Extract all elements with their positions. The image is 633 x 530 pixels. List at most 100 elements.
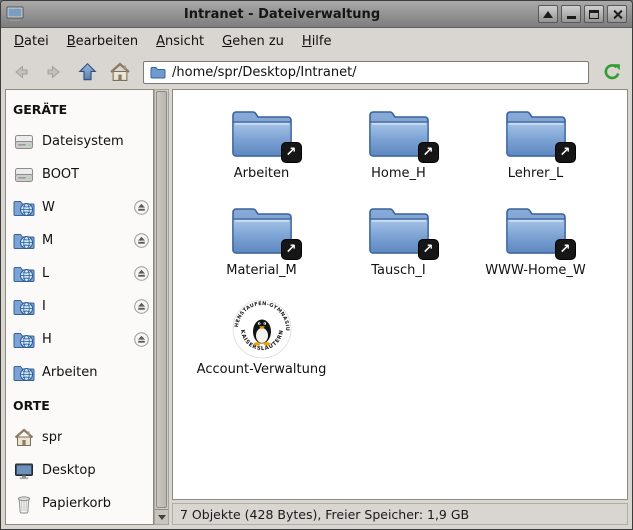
sidebar-section-header: GERÄTE	[13, 101, 68, 117]
folder-icon: ↗	[229, 105, 302, 163]
network-folder-icon	[13, 199, 35, 217]
menubar: Datei Bearbeiten Ansicht Gehen zu Hilfe	[1, 28, 632, 55]
scroll-down-button[interactable]	[155, 509, 168, 524]
file-label: Home_H	[371, 166, 426, 181]
eject-button[interactable]	[134, 332, 149, 347]
scrollbar-thumb[interactable]	[156, 91, 167, 508]
content-area: GERÄTE Dateisystem BOOT W M L I H Arbeit…	[1, 89, 632, 529]
sidebar-item-desktop[interactable]: Desktop	[6, 454, 153, 487]
file-www-home_w[interactable]: ↗ WWW-Home_W	[467, 202, 604, 299]
home-icon	[110, 62, 130, 81]
file-home_h[interactable]: ↗ Home_H	[330, 105, 467, 202]
sidebar-item-label: L	[42, 266, 50, 281]
minimize-icon	[566, 16, 576, 19]
harddrive-icon	[13, 133, 35, 151]
sidebar-item-i[interactable]: I	[6, 290, 153, 323]
sidebar-item-label: Papierkorb	[42, 496, 112, 511]
sidebar: GERÄTE Dateisystem BOOT W M L I H Arbeit…	[5, 89, 154, 525]
forward-icon	[47, 65, 60, 79]
folder-icon: ↗	[503, 202, 576, 260]
menu-item-hilfe[interactable]: Hilfe	[293, 30, 341, 53]
file-label: WWW-Home_W	[485, 263, 586, 278]
file-manager-window: Intranet - Dateiverwaltung Datei Bearbeit…	[0, 0, 633, 530]
back-icon	[15, 65, 28, 79]
eject-button[interactable]	[134, 233, 149, 248]
forward-button[interactable]	[39, 58, 69, 86]
sidebar-item-label: I	[42, 299, 46, 314]
school-logo-icon: HOHENSTAUFEN-GYMNASIUM KAISERSLAUTERN	[229, 295, 292, 359]
symlink-emblem-icon: ↗	[554, 239, 576, 260]
close-icon	[612, 9, 623, 20]
up-icon	[77, 62, 97, 81]
sidebar-section-header: ORTE	[13, 397, 50, 413]
minimize-button[interactable]	[561, 5, 581, 23]
window-title: Intranet - Dateiverwaltung	[183, 6, 381, 22]
sidebar-item-spr[interactable]: spr	[6, 421, 153, 454]
shade-icon	[543, 10, 553, 18]
path-bar[interactable]: /home/spr/Desktop/Intranet/	[143, 60, 589, 84]
maximize-button[interactable]	[584, 5, 604, 23]
file-label: Tausch_I	[371, 263, 426, 278]
network-folder-icon	[13, 331, 35, 349]
folder-icon: ↗	[366, 105, 439, 163]
sidebar-item-label: H	[42, 332, 52, 347]
eject-button[interactable]	[134, 200, 149, 215]
reload-button[interactable]	[597, 58, 627, 86]
up-button[interactable]	[72, 58, 102, 86]
right-column: ↗ Arbeiten ↗ Home_H ↗ Lehrer_L ↗ Material_M	[172, 89, 628, 525]
sidebar-item-dateisystem[interactable]: Dateisystem	[6, 125, 153, 158]
titlebar[interactable]: Intranet - Dateiverwaltung	[1, 1, 632, 28]
home-icon	[13, 428, 35, 447]
harddrive-icon	[13, 166, 35, 184]
sidebar-item-l[interactable]: L	[6, 257, 153, 290]
sidebar-item-boot[interactable]: BOOT	[6, 158, 153, 191]
menu-item-ansicht[interactable]: Ansicht	[147, 30, 213, 53]
menu-item-datei[interactable]: Datei	[5, 30, 58, 53]
shade-button[interactable]	[538, 5, 558, 23]
sidebar-item-w[interactable]: W	[6, 191, 153, 224]
back-button[interactable]	[6, 58, 36, 86]
file-label: Arbeiten	[233, 166, 290, 181]
file-lehrer_l[interactable]: ↗ Lehrer_L	[467, 105, 604, 202]
file-material_m[interactable]: ↗ Material_M	[193, 202, 330, 299]
folder-icon: ↗	[229, 202, 302, 260]
symlink-emblem-icon: ↗	[554, 142, 576, 163]
maximize-icon	[589, 9, 599, 19]
toolbar: /home/spr/Desktop/Intranet/	[1, 55, 632, 89]
menu-item-bearbeiten[interactable]: Bearbeiten	[58, 30, 147, 53]
file-account-verwaltung[interactable]: HOHENSTAUFEN-GYMNASIUM KAISERSLAUTERN Ac…	[193, 295, 330, 396]
home-button[interactable]	[105, 58, 135, 86]
network-folder-icon	[13, 298, 35, 316]
file-arbeiten[interactable]: ↗ Arbeiten	[193, 105, 330, 202]
desktop-icon	[13, 462, 35, 480]
folder-icon: ↗	[503, 105, 576, 163]
sidebar-item-arbeiten[interactable]: Arbeiten	[6, 356, 153, 389]
sidebar-scrollbar[interactable]	[154, 89, 169, 525]
sidebar-item-label: W	[42, 200, 55, 215]
close-button[interactable]	[607, 5, 627, 23]
file-tausch_i[interactable]: ↗ Tausch_I	[330, 202, 467, 299]
file-label: Lehrer_L	[507, 166, 564, 181]
sidebar-item-label: Dateisystem	[42, 134, 124, 149]
sidebar-item-m[interactable]: M	[6, 224, 153, 257]
symlink-emblem-icon: ↗	[280, 239, 302, 260]
path-text: /home/spr/Desktop/Intranet/	[172, 64, 357, 80]
arrow-down-icon	[157, 514, 166, 520]
file-label: Material_M	[226, 263, 297, 278]
eject-button[interactable]	[134, 266, 149, 281]
menu-item-gehen-zu[interactable]: Gehen zu	[213, 30, 293, 53]
file-manager-window-icon	[6, 5, 26, 23]
folder-icon: ↗	[366, 202, 439, 260]
reload-icon	[604, 64, 620, 80]
eject-button[interactable]	[134, 299, 149, 314]
sidebar-item-papierkorb[interactable]: Papierkorb	[6, 487, 153, 520]
network-folder-icon	[13, 364, 35, 382]
file-grid: ↗ Arbeiten ↗ Home_H ↗ Lehrer_L ↗ Material_M	[173, 90, 627, 396]
sidebar-item-label: spr	[42, 430, 63, 445]
window-controls	[538, 5, 627, 23]
symlink-emblem-icon: ↗	[280, 142, 302, 163]
file-view[interactable]: ↗ Arbeiten ↗ Home_H ↗ Lehrer_L ↗ Material_M	[172, 89, 628, 500]
network-folder-icon	[13, 265, 35, 283]
sidebar-item-h[interactable]: H	[6, 323, 153, 356]
symlink-emblem-icon: ↗	[417, 142, 439, 163]
